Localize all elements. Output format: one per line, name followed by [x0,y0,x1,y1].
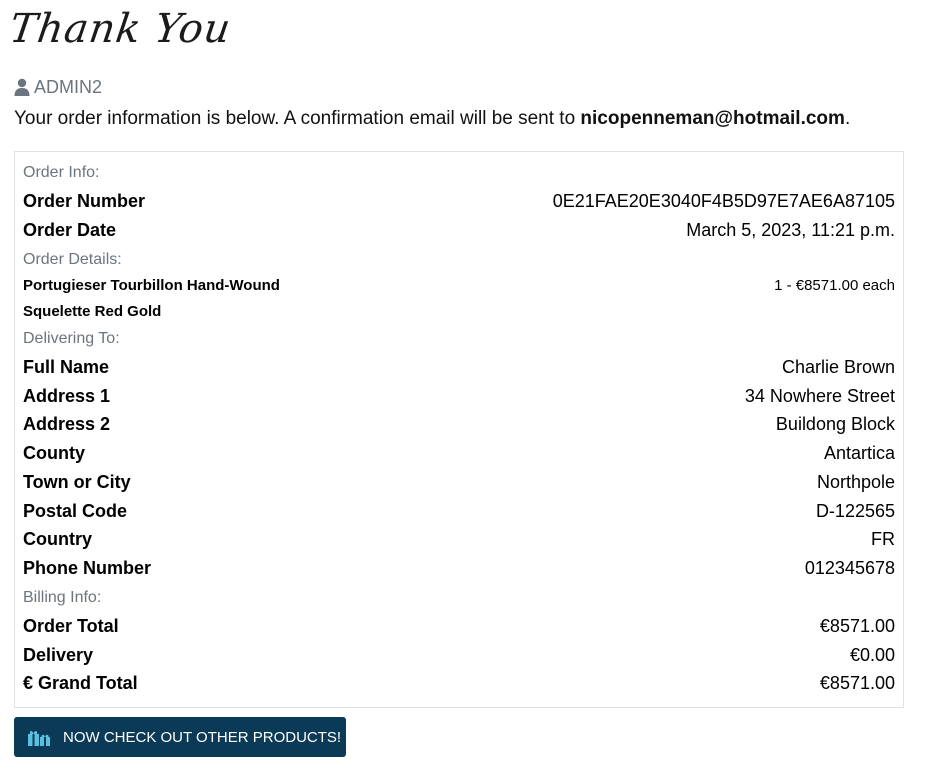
billing-label: € Grand Total [23,673,138,693]
field-value: D-122565 [815,501,895,521]
field-label: Country [23,529,92,549]
intro-period: . [844,108,851,129]
billing-row: Delivery €0.00 [23,645,895,666]
delivery-row: Address 1 34 Nowhere Street [23,386,895,407]
delivery-row: Phone Number 012345678 [23,558,895,579]
product-row: Portugieser Tourbillon Hand-Wound Squele… [23,273,895,325]
product-name: Portugieser Tourbillon Hand-Wound Squele… [23,273,280,325]
field-value: 34 Nowhere Street [744,386,895,406]
field-label: Full Name [23,357,110,377]
field-value: Northpole [816,472,895,492]
delivery-row: County Antartica [23,443,895,464]
field-label: Postal Code [23,501,128,521]
user-info: ADMIN2 [14,76,102,98]
billing-row: Order Total €8571.00 [23,616,895,637]
product-quantity-price: 1 - €8571.00 each [774,277,895,294]
button-label: NOW CHECK OUT OTHER PRODUCTS! [63,728,342,746]
field-label: Town or City [23,472,131,492]
billing-row: € Grand Total €8571.00 [23,673,895,694]
billing-label: Order Total [23,616,119,636]
confirmation-email: nicopenneman@hotmail.com [580,108,845,129]
gifts-icon [27,728,51,746]
billing-value: €8571.00 [819,673,895,693]
field-value: FR [871,529,895,549]
field-value: 012345678 [804,558,895,578]
field-value: Charlie Brown [781,357,895,377]
billing-label: Delivery [23,645,94,665]
order-number-value: 0E21FAE20E3040F4B5D97E7AE6A87105 [552,191,895,211]
field-label: Address 2 [23,414,111,434]
delivery-row: Country FR [23,529,895,550]
delivery-row: Address 2 Buildong Block [23,414,895,435]
order-summary-card: Order Info: Order Number 0E21FAE20E3040F… [14,151,904,708]
order-number-label: Order Number [23,191,146,211]
section-label: Billing Info: [23,589,102,606]
billing-value: €0.00 [849,645,895,665]
section-label: Delivering To: [23,330,120,347]
billing-value: €8571.00 [819,616,895,636]
username: ADMIN2 [34,76,103,97]
section-order-details: Order Details: [23,251,895,269]
intro-message: Your order information is below. A confi… [14,108,581,129]
check-out-other-products-button[interactable]: NOW CHECK OUT OTHER PRODUCTS! [14,717,346,757]
field-value: Antartica [823,443,895,463]
field-label: Address 1 [23,386,111,406]
field-value: Buildong Block [775,414,895,434]
order-date-label: Order Date [23,220,117,240]
order-date-value: March 5, 2023, 11:21 p.m. [686,220,895,240]
order-number-row: Order Number 0E21FAE20E3040F4B5D97E7AE6A… [23,191,895,212]
field-label: Phone Number [23,558,152,578]
order-confirmation-page: Thank You ADMIN2 Your order information … [0,0,934,763]
section-billing-info: Billing Info: [23,589,895,607]
product-name-line: Portugieser Tourbillon Hand-Wound [23,277,280,294]
delivery-row: Full Name Charlie Brown [23,357,895,378]
field-label: County [23,443,85,463]
section-delivering-to: Delivering To: [23,330,895,348]
thank-you-heading: Thank You [6,6,235,52]
product-name-line: Squelette Red Gold [23,303,162,320]
order-date-row: Order Date March 5, 2023, 11:21 p.m. [23,220,895,241]
delivery-row: Town or City Northpole [23,472,895,493]
delivery-row: Postal Code D-122565 [23,501,895,522]
user-icon [14,78,30,96]
section-label: Order Details: [23,251,122,268]
section-order-info: Order Info: [23,164,895,182]
intro-text: Your order information is below. A confi… [14,108,850,130]
section-label: Order Info: [23,164,100,181]
